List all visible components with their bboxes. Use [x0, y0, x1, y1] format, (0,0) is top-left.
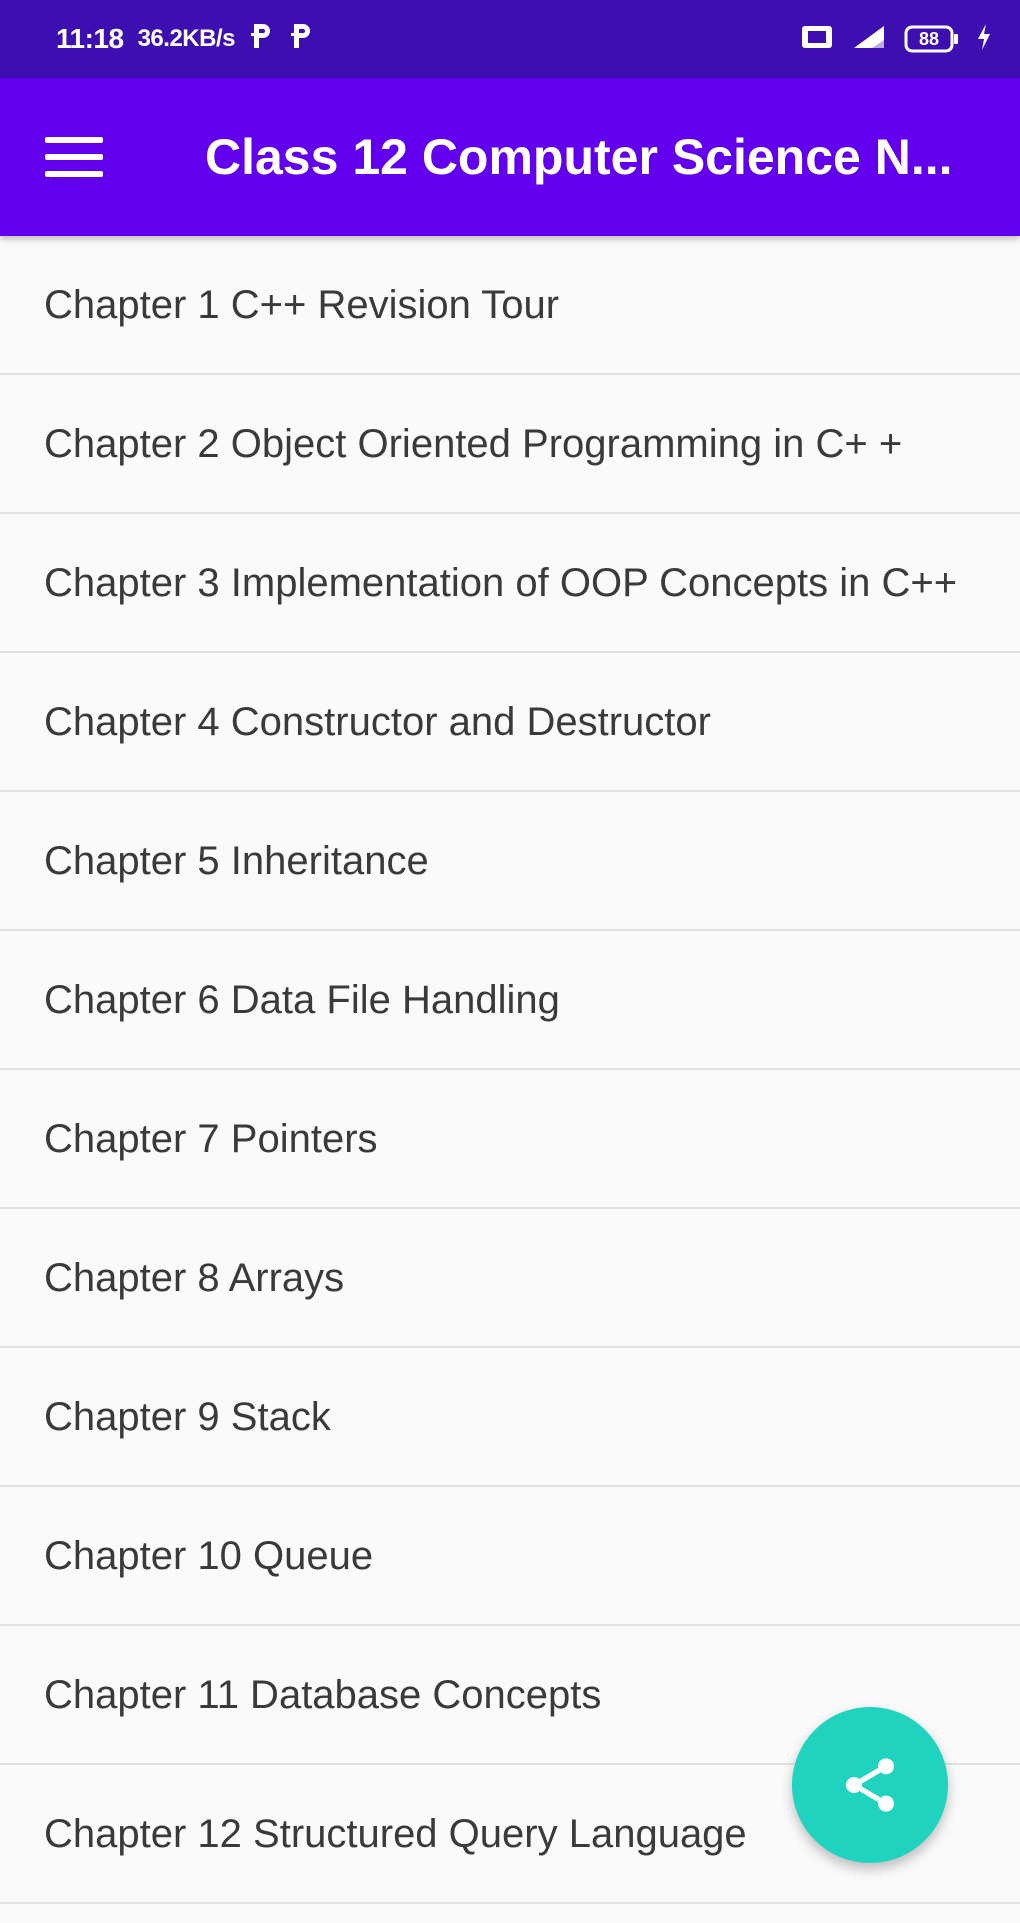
chapter-list-item[interactable]: Chapter 5 Inheritance	[0, 792, 1020, 931]
charging-icon	[976, 22, 992, 57]
p-app-icon	[289, 21, 315, 58]
signal-icon	[850, 22, 888, 57]
battery-level: 88	[918, 29, 940, 49]
chapter-list-item[interactable]: Chapter 3 Implementation of OOP Concepts…	[0, 514, 1020, 653]
chapter-label: Chapter 6 Data File Handling	[44, 977, 560, 1022]
chapter-label: Chapter 2 Object Oriented Programming in…	[44, 421, 903, 466]
chapter-list-item[interactable]: Chapter 9 Stack	[0, 1348, 1020, 1487]
p-app-icon	[249, 21, 275, 58]
network-speed: 36.2KB/s	[137, 25, 236, 52]
status-left: 11:18 36.2KB/s	[56, 0, 315, 78]
app-bar: Class 12 Computer Science N...	[0, 78, 1020, 236]
chapter-list: Chapter 1 C++ Revision Tour Chapter 2 Ob…	[0, 236, 1020, 1904]
chapter-label: Chapter 10 Queue	[44, 1533, 374, 1578]
hamburger-menu-icon	[45, 137, 103, 177]
chapter-label: Chapter 1 C++ Revision Tour	[44, 282, 560, 327]
status-right: 88	[800, 0, 992, 78]
chapter-list-item[interactable]: Chapter 2 Object Oriented Programming in…	[0, 375, 1020, 514]
chapter-list-item[interactable]: Chapter 10 Queue	[0, 1487, 1020, 1626]
chapter-label: Chapter 4 Constructor and Destructor	[44, 699, 711, 744]
chapter-list-item[interactable]: Chapter 1 C++ Revision Tour	[0, 236, 1020, 375]
share-icon	[846, 1758, 894, 1812]
chapter-label: Chapter 8 Arrays	[44, 1255, 345, 1300]
chapter-label: Chapter 3 Implementation of OOP Concepts…	[44, 560, 958, 605]
status-bar: 11:18 36.2KB/s 88	[0, 0, 1020, 78]
chapter-label: Chapter 7 Pointers	[44, 1116, 378, 1161]
chapter-list-item[interactable]: Chapter 4 Constructor and Destructor	[0, 653, 1020, 792]
chapter-label: Chapter 5 Inheritance	[44, 838, 429, 883]
battery-icon: 88	[904, 24, 960, 54]
chapter-list-item[interactable]: Chapter 7 Pointers	[0, 1070, 1020, 1209]
chapter-list-item[interactable]: Chapter 6 Data File Handling	[0, 931, 1020, 1070]
chapter-label: Chapter 12 Structured Query Language	[44, 1811, 747, 1856]
chapter-label: Chapter 11 Database Concepts	[44, 1672, 602, 1717]
sim-icon	[800, 23, 834, 56]
share-fab-button[interactable]	[792, 1707, 948, 1863]
status-time: 11:18	[56, 23, 124, 54]
app-title: Class 12 Computer Science N...	[205, 129, 953, 185]
hamburger-menu-button[interactable]	[34, 117, 114, 197]
chapter-list-item[interactable]: Chapter 8 Arrays	[0, 1209, 1020, 1348]
chapter-label: Chapter 9 Stack	[44, 1394, 331, 1439]
